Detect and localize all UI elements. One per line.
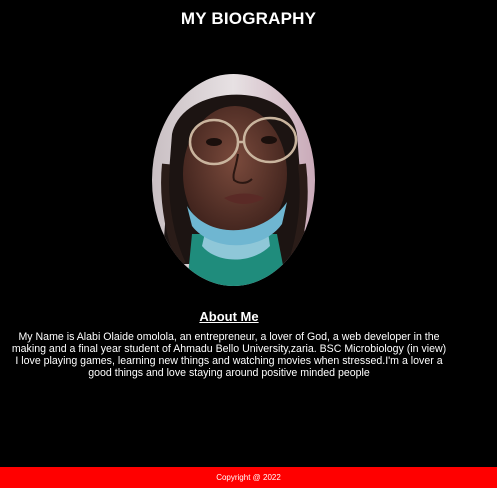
page: MY BIOGRAPHY About Me My Name is Alabi O… [0,0,497,488]
page-title: MY BIOGRAPHY [180,9,317,28]
footer: Copyright @ 2022 [0,467,497,488]
profile-photo [152,74,315,286]
copyright-text: Copyright @ 2022 [216,473,281,482]
about-text: My Name is Alabi Olaide omolola, an entr… [8,331,450,379]
about-paragraph-2: I love playing games, learning new thing… [15,355,443,379]
about-paragraph-1: My Name is Alabi Olaide omolola, an entr… [11,331,447,355]
about-heading: About Me [199,309,259,324]
